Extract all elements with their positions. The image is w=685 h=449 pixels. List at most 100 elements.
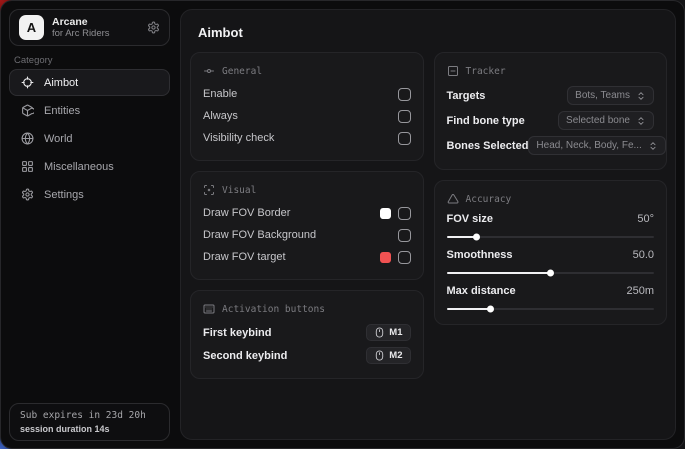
gear-icon xyxy=(21,188,34,201)
slider-label: FOV size xyxy=(447,213,493,225)
visual-card-header: Visual xyxy=(203,184,411,196)
minus-square-icon xyxy=(447,65,459,77)
cube-icon xyxy=(21,104,34,117)
grid-icon xyxy=(21,160,34,173)
category-label: Category xyxy=(14,55,53,66)
always-checkbox[interactable] xyxy=(398,110,411,123)
scan-eye-icon xyxy=(203,184,215,196)
slider-thumb[interactable] xyxy=(547,270,554,277)
sidebar-item-label: World xyxy=(44,133,73,145)
smoothness-slider[interactable] xyxy=(447,272,655,274)
dropdown-row: Find bone type Selected bone xyxy=(447,108,655,133)
crosshair-icon xyxy=(21,76,34,89)
mouse-icon xyxy=(374,350,385,361)
fov-size-slider[interactable] xyxy=(447,236,655,238)
sidebar-item-label: Aimbot xyxy=(44,77,78,89)
sidebar-item-settings[interactable]: Settings xyxy=(9,181,170,208)
main-panel: Aimbot General Enable Al xyxy=(180,9,676,440)
tracker-card-header: Tracker xyxy=(447,65,655,77)
app-subtitle: for Arc Riders xyxy=(52,28,110,39)
chevrons-up-down-icon xyxy=(636,91,646,101)
keybind-value: M1 xyxy=(389,327,402,338)
app-title-block: Arcane for Arc Riders xyxy=(52,16,110,39)
setting-label: Always xyxy=(203,110,238,122)
app-header: A Arcane for Arc Riders xyxy=(9,9,170,46)
keyboard-icon xyxy=(203,303,215,315)
sidebar-item-label: Miscellaneous xyxy=(44,161,114,173)
draw-fov-background-checkbox[interactable] xyxy=(398,229,411,242)
sidebar: A Arcane for Arc Riders Category Aimbot xyxy=(1,1,180,448)
first-keybind-button[interactable]: M1 xyxy=(366,324,410,341)
general-card-header: General xyxy=(203,65,411,77)
chevrons-up-down-icon xyxy=(648,141,658,151)
dropdown-label: Bones Selected xyxy=(447,140,529,152)
sub-expires-text: Sub expires in 23d 20h xyxy=(20,410,159,421)
slider-fill xyxy=(447,236,476,238)
sidebar-item-label: Entities xyxy=(44,105,80,117)
sidebar-item-label: Settings xyxy=(44,189,84,201)
activation-card: Activation buttons First keybind M1 Seco… xyxy=(190,290,424,379)
general-card-title: General xyxy=(222,66,262,77)
subscription-info-box: Sub expires in 23d 20h session duration … xyxy=(9,403,170,441)
page-title: Aimbot xyxy=(198,25,667,40)
smoothness-slider-group: Smoothness 50.0 xyxy=(447,247,655,274)
dropdown-row: Bones Selected Head, Neck, Body, Fe... xyxy=(447,133,655,158)
fov-border-color-swatch[interactable] xyxy=(380,208,391,219)
setting-label: Draw FOV target xyxy=(203,251,286,263)
setting-row: Draw FOV Border xyxy=(203,202,411,224)
activation-card-header: Activation buttons xyxy=(203,303,411,315)
sidebar-item-miscellaneous[interactable]: Miscellaneous xyxy=(9,153,170,180)
sidebar-item-world[interactable]: World xyxy=(9,125,170,152)
setting-row: Draw FOV Background xyxy=(203,224,411,246)
fov-target-color-swatch[interactable] xyxy=(380,252,391,263)
app-logo: A xyxy=(19,15,44,40)
setting-label: Enable xyxy=(203,88,237,100)
visibility-check-checkbox[interactable] xyxy=(398,132,411,145)
draw-fov-target-checkbox[interactable] xyxy=(398,251,411,264)
enable-checkbox[interactable] xyxy=(398,88,411,101)
tracker-card-title: Tracker xyxy=(466,66,506,77)
slider-value: 50.0 xyxy=(633,249,654,261)
find-bone-type-dropdown[interactable]: Selected bone xyxy=(558,111,654,130)
general-card: General Enable Always Visibility check xyxy=(190,52,424,161)
targets-dropdown[interactable]: Bots, Teams xyxy=(567,86,654,105)
bones-selected-dropdown[interactable]: Head, Neck, Body, Fe... xyxy=(528,136,665,155)
keybind-label: Second keybind xyxy=(203,350,287,362)
dropdown-value: Selected bone xyxy=(566,115,630,126)
second-keybind-button[interactable]: M2 xyxy=(366,347,410,364)
setting-controls xyxy=(380,251,411,264)
max-distance-slider[interactable] xyxy=(447,308,655,310)
accuracy-card-header: Accuracy xyxy=(447,193,655,205)
sidebar-item-entities[interactable]: Entities xyxy=(9,97,170,124)
setting-label: Visibility check xyxy=(203,132,274,144)
draw-fov-border-checkbox[interactable] xyxy=(398,207,411,220)
visual-card-title: Visual xyxy=(222,185,256,196)
slider-head: Smoothness 50.0 xyxy=(447,247,655,263)
accuracy-card: Accuracy FOV size 50° xyxy=(434,180,668,325)
setting-controls xyxy=(380,207,411,220)
slider-head: Max distance 250m xyxy=(447,283,655,299)
triangle-icon xyxy=(447,193,459,205)
slider-thumb[interactable] xyxy=(473,234,480,241)
sidebar-item-aimbot[interactable]: Aimbot xyxy=(9,69,170,96)
slider-label: Max distance xyxy=(447,285,516,297)
slider-thumb[interactable] xyxy=(487,306,494,313)
activation-card-title: Activation buttons xyxy=(222,304,325,315)
tracker-card: Tracker Targets Bots, Teams Find bone ty… xyxy=(434,52,668,170)
right-column: Tracker Targets Bots, Teams Find bone ty… xyxy=(434,52,668,325)
keybind-label: First keybind xyxy=(203,327,271,339)
commit-icon xyxy=(203,65,215,77)
visual-card: Visual Draw FOV Border Draw FOV Backgrou… xyxy=(190,171,424,280)
setting-row: Always xyxy=(203,105,411,127)
header-gear-icon[interactable] xyxy=(147,21,160,34)
app-window: A Arcane for Arc Riders Category Aimbot xyxy=(0,0,685,449)
sidebar-nav: Aimbot Entities World Miscellaneous xyxy=(9,69,170,208)
mouse-icon xyxy=(374,327,385,338)
slider-fill xyxy=(447,308,491,310)
setting-label: Draw FOV Background xyxy=(203,229,316,241)
dropdown-row: Targets Bots, Teams xyxy=(447,83,655,108)
dropdown-label: Targets xyxy=(447,90,486,102)
slider-label: Smoothness xyxy=(447,249,513,261)
setting-row: Enable xyxy=(203,83,411,105)
keybind-row: Second keybind M2 xyxy=(203,344,411,367)
